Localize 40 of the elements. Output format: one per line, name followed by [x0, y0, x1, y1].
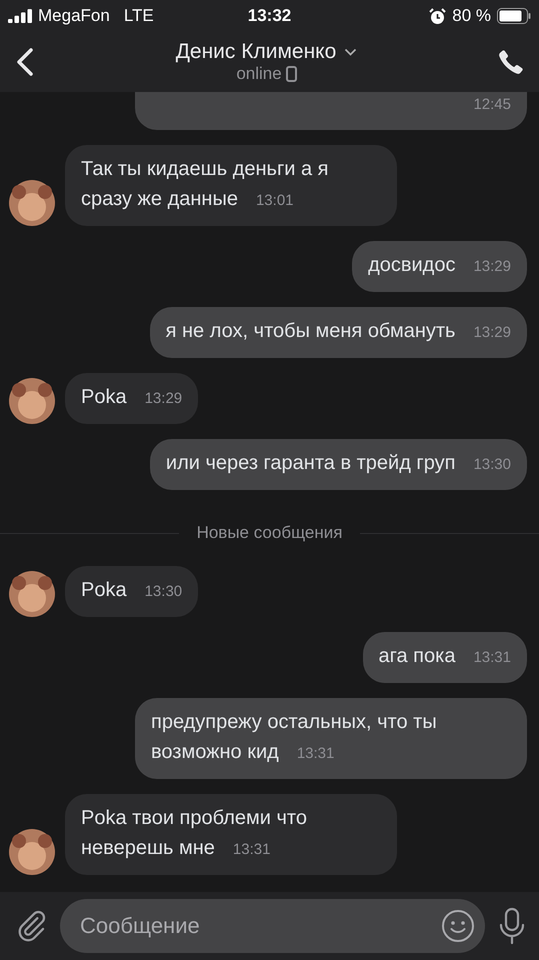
avatar[interactable]	[9, 378, 55, 424]
message-field[interactable]: Сообщение	[60, 899, 485, 953]
avatar[interactable]	[9, 571, 55, 617]
message-time: 13:01	[256, 192, 294, 209]
avatar[interactable]	[9, 180, 55, 226]
alarm-icon	[429, 8, 446, 24]
phone-icon[interactable]	[497, 48, 525, 76]
phone-device-icon	[286, 66, 297, 82]
message-time: 13:31	[232, 841, 270, 858]
message-bubble: Poka 13:30	[65, 566, 198, 617]
message-time: 12:45	[473, 96, 511, 113]
contact-name[interactable]: Денис Клименко	[176, 40, 336, 64]
message-time: 13:29	[473, 324, 511, 341]
message-bubble: досвидос 13:29	[352, 241, 527, 292]
message-time: 13:30	[144, 583, 182, 600]
message-time: 13:31	[473, 649, 511, 666]
carrier: MegaFon	[38, 6, 110, 26]
emoji-icon[interactable]	[441, 909, 475, 943]
message-bubble: Poka твои проблеми что неверешь мне 13:31	[65, 794, 397, 875]
message-bubble: ага пока 13:31	[362, 632, 527, 683]
chevron-icon[interactable]	[344, 48, 358, 56]
message-bubble: Poka 13:29	[65, 373, 198, 424]
message-time: 13:29	[473, 258, 511, 275]
message-bubble: или через гаранта в трейд груп 13:30	[150, 439, 527, 490]
battery-percent: 80 %	[452, 6, 491, 26]
signal-icon	[8, 9, 34, 23]
message-time: 13:31	[296, 745, 334, 762]
battery-icon	[497, 8, 531, 24]
message-bubble: я не лох, чтобы меня обмануть 13:29	[150, 307, 527, 358]
message-time: 13:29	[144, 390, 182, 407]
online-status: online	[236, 64, 282, 84]
message-time: 13:30	[473, 456, 511, 473]
microphone-icon[interactable]	[497, 907, 527, 945]
message-bubble: предупрежу остальных, что ты возможно кид 13:31	[135, 698, 527, 779]
clock: 13:32	[248, 6, 292, 25]
back-icon[interactable]	[14, 47, 36, 77]
message-bubble: Так ты кидаешь деньги а я сразу же данные 13:01	[65, 145, 397, 226]
avatar[interactable]	[9, 829, 55, 875]
network-type: LTE	[124, 6, 154, 26]
new-messages-divider: Новые сообщения	[196, 523, 342, 543]
